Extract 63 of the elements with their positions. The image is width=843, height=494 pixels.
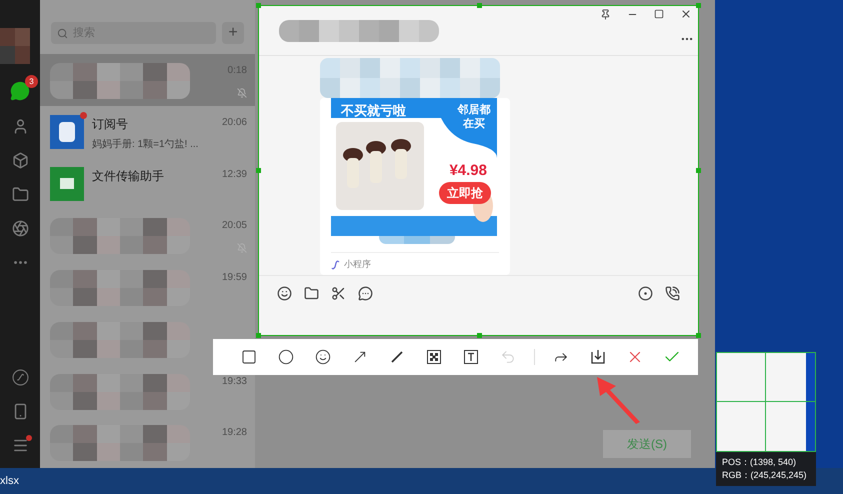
send-button[interactable]: 发送(S)	[603, 430, 691, 458]
taskbar-label: xlsx	[0, 474, 19, 489]
message-card[interactable]: 不买就亏啦 邻居都在买 ¥4.98 立即抢 小程序	[320, 98, 510, 276]
promo-label: 邻居都在买	[457, 102, 491, 131]
price: ¥4.98	[449, 160, 487, 181]
chat-time: 20:06	[222, 116, 247, 130]
banner-title: 不买就亏啦	[341, 102, 406, 120]
folder-icon[interactable]	[304, 286, 319, 302]
pin-icon[interactable]	[600, 8, 611, 20]
mini-program-icon	[331, 260, 340, 270]
resize-handle[interactable]	[477, 333, 482, 338]
cursor-position: POS：(1398, 540)	[722, 456, 798, 469]
call-icon[interactable]	[665, 286, 680, 302]
chat-bubble-icon[interactable]	[358, 286, 373, 302]
chat-list-item[interactable]: 19:33	[40, 364, 255, 416]
close-icon[interactable]	[680, 8, 692, 20]
scissors-icon[interactable]	[331, 286, 346, 302]
download-icon	[590, 349, 606, 365]
undo-icon	[500, 349, 516, 365]
chat-time: 20:05	[222, 219, 247, 234]
resize-handle[interactable]	[256, 168, 261, 173]
card-source: 小程序	[344, 258, 371, 271]
chat-list-item[interactable]: 19:59	[40, 261, 255, 313]
chat-time: 19:28	[222, 426, 247, 440]
mosaic-icon	[426, 349, 442, 365]
message-preview: 妈妈手册: 1颗=1勺盐! ...	[92, 138, 198, 152]
add-button[interactable]: +	[222, 22, 244, 44]
aperture-icon[interactable]	[12, 220, 28, 237]
unread-badge: 3	[25, 75, 38, 88]
live-icon[interactable]	[638, 286, 653, 302]
emoji-icon[interactable]	[277, 286, 292, 302]
chat-list-item[interactable]: 19:28	[40, 416, 255, 468]
chat-time: 19:59	[222, 271, 247, 285]
chat-list-item[interactable]: 订阅号 妈妈手册: 1颗=1勺盐! ... 20:06	[40, 106, 255, 158]
circle-icon	[278, 349, 294, 365]
text-tool-icon	[463, 349, 479, 365]
pixel-color: RGB：(245,245,245)	[722, 469, 808, 482]
arrow-icon	[352, 349, 368, 365]
search-icon	[57, 28, 68, 38]
chat-name: 文件传输助手	[92, 168, 164, 184]
chat-list-item[interactable]: 文件传输助手 12:39	[40, 158, 255, 210]
menu-icon[interactable]	[12, 437, 28, 454]
resize-handle[interactable]	[256, 3, 261, 8]
chat-time: 12:39	[222, 168, 247, 182]
chat-name: 订阅号	[92, 116, 128, 133]
smiley-icon	[315, 349, 331, 365]
chat-time: 19:33	[222, 374, 247, 388]
mosaic-blur	[0, 28, 30, 64]
maximize-icon[interactable]	[654, 9, 664, 19]
resize-handle[interactable]	[696, 333, 701, 338]
document-avatar-icon	[50, 114, 84, 149]
cube-icon[interactable]	[12, 152, 28, 169]
resize-handle[interactable]	[696, 3, 701, 8]
folder-avatar-icon	[50, 166, 84, 200]
resize-handle[interactable]	[477, 3, 482, 8]
mini-program-icon[interactable]	[12, 369, 28, 386]
resize-handle[interactable]	[696, 168, 701, 173]
rectangle-icon	[241, 349, 257, 365]
chat-icon[interactable]	[10, 81, 30, 101]
chat-list-item[interactable]: 20:05	[40, 209, 255, 261]
resize-handle[interactable]	[256, 333, 261, 338]
pen-icon	[389, 349, 405, 365]
folder-icon[interactable]	[12, 186, 28, 203]
